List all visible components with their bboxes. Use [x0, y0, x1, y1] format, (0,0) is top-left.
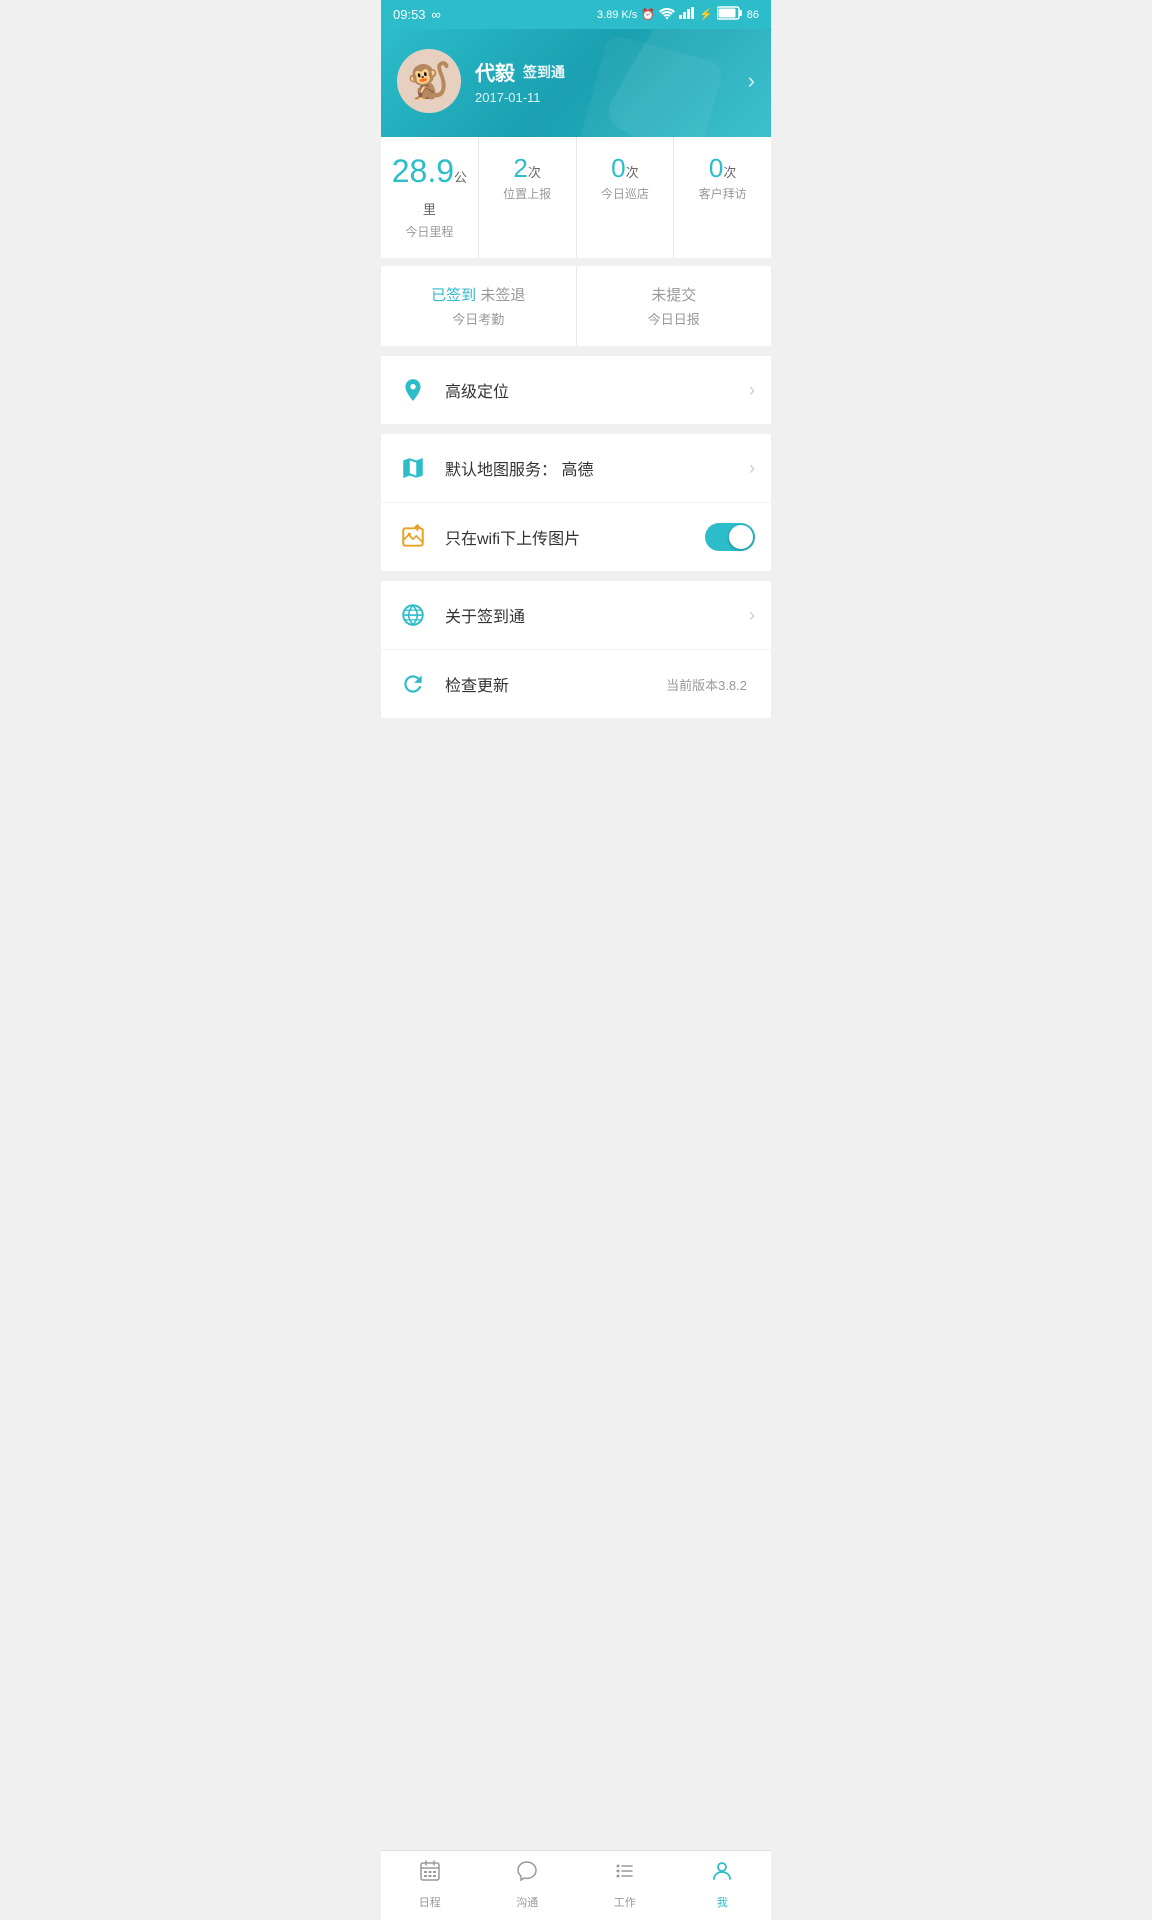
stat-location-unit: 次	[528, 165, 541, 180]
stat-patrol: 0次 今日巡店	[577, 137, 675, 258]
stat-location: 2次 位置上报	[479, 137, 577, 258]
list-icon	[613, 1859, 637, 1890]
profile-name: 代毅	[475, 57, 515, 86]
avatar: 🐒	[397, 49, 461, 113]
menu-item-advanced-location[interactable]: 高级定位 ›	[381, 356, 771, 424]
nav-label-schedule: 日程	[419, 1894, 441, 1910]
menu-item-about[interactable]: 关于签到通 ›	[381, 581, 771, 650]
profile-app-name: 签到通	[523, 62, 565, 82]
nav-item-message[interactable]: 沟通	[479, 1859, 577, 1910]
profile-banner[interactable]: 🐒 代毅 签到通 2017-01-11 ›	[381, 29, 771, 137]
stat-visit-label: 客户拜访	[682, 185, 763, 202]
status-speed: 3.89 K/s	[597, 9, 637, 21]
nav-item-me[interactable]: 我	[674, 1859, 772, 1910]
menu-item-wifi-upload[interactable]: 只在wifi下上传图片	[381, 503, 771, 571]
nav-label-me: 我	[717, 1894, 728, 1910]
wifi-upload-toggle[interactable]	[705, 523, 755, 551]
status-lightning-icon: ⚡	[699, 8, 713, 21]
status-bar: 09:53 ∞ 3.89 K/s ⏰ ⚡	[381, 0, 771, 29]
menu-item-check-update[interactable]: 检查更新 当前版本3.8.2	[381, 650, 771, 718]
menu-wifi-upload-text: 只在wifi下上传图片	[445, 525, 705, 549]
attendance-checkin[interactable]: 已签到 未签退 今日考勤	[381, 266, 577, 346]
status-loop-icon: ∞	[432, 7, 441, 22]
globe-icon	[397, 599, 429, 631]
nav-label-message: 沟通	[516, 1894, 538, 1910]
attendance-section: 已签到 未签退 今日考勤 未提交 今日日报	[381, 266, 771, 346]
chat-icon	[515, 1859, 539, 1890]
battery-level: 86	[747, 9, 759, 21]
menu-section-3: 关于签到通 › 检查更新 当前版本3.8.2	[381, 581, 771, 718]
status-wifi-icon	[659, 7, 675, 22]
attendance-checkin-label: 今日考勤	[389, 309, 568, 328]
calendar-icon	[418, 1859, 442, 1890]
menu-check-update-version: 当前版本3.8.2	[666, 675, 747, 694]
stat-mileage-label: 今日里程	[389, 223, 470, 240]
status-time: 09:53	[393, 7, 426, 22]
section-divider-2	[381, 424, 771, 434]
menu-section-2: 默认地图服务： 高德 › 只在wifi下上传图片	[381, 434, 771, 571]
stat-visit: 0次 客户拜访	[674, 137, 771, 258]
refresh-icon	[397, 668, 429, 700]
bottom-nav: 日程 沟通 工作 我	[381, 1850, 771, 1920]
image-icon	[397, 521, 429, 553]
menu-about-text: 关于签到通	[445, 603, 749, 627]
stat-location-value: 2	[513, 153, 527, 183]
menu-map-service-text: 默认地图服务： 高德	[445, 456, 749, 480]
nav-item-schedule[interactable]: 日程	[381, 1859, 479, 1910]
menu-about-chevron: ›	[749, 605, 755, 626]
nav-item-work[interactable]: 工作	[576, 1859, 674, 1910]
stat-patrol-label: 今日巡店	[585, 185, 666, 202]
stat-visit-value: 0	[709, 153, 723, 183]
wifi-toggle-container[interactable]	[705, 523, 755, 551]
attendance-report[interactable]: 未提交 今日日报	[577, 266, 772, 346]
attendance-report-label: 今日日报	[585, 309, 764, 328]
map-icon	[397, 452, 429, 484]
report-status: 未提交	[651, 287, 696, 304]
status-clock-icon: ⏰	[641, 8, 655, 21]
menu-advanced-location-chevron: ›	[749, 380, 755, 401]
stat-patrol-value: 0	[611, 153, 625, 183]
menu-item-map-service[interactable]: 默认地图服务： 高德 ›	[381, 434, 771, 503]
profile-date: 2017-01-11	[475, 90, 565, 105]
profile-chevron-icon[interactable]: ›	[748, 68, 755, 94]
menu-section-1: 高级定位 ›	[381, 356, 771, 424]
menu-map-service-chevron: ›	[749, 458, 755, 479]
checkin-status: 已签到	[431, 287, 476, 304]
stats-section: 28.9公里 今日里程 2次 位置上报 0次 今日巡店 0次 客户拜访	[381, 137, 771, 258]
menu-advanced-location-text: 高级定位	[445, 378, 749, 402]
user-icon	[710, 1859, 734, 1890]
stat-patrol-unit: 次	[626, 165, 639, 180]
stat-mileage: 28.9公里 今日里程	[381, 137, 479, 258]
section-divider-1	[381, 346, 771, 356]
checkout-status: 未签退	[480, 287, 525, 304]
stat-visit-unit: 次	[723, 165, 736, 180]
stat-mileage-value: 28.9	[392, 153, 454, 189]
stat-location-label: 位置上报	[487, 185, 568, 202]
nav-label-work: 工作	[614, 1894, 636, 1910]
status-battery	[717, 6, 743, 23]
section-divider-3	[381, 571, 771, 581]
status-signal-icon	[679, 7, 695, 22]
menu-check-update-text: 检查更新	[445, 672, 666, 696]
location-icon	[397, 374, 429, 406]
